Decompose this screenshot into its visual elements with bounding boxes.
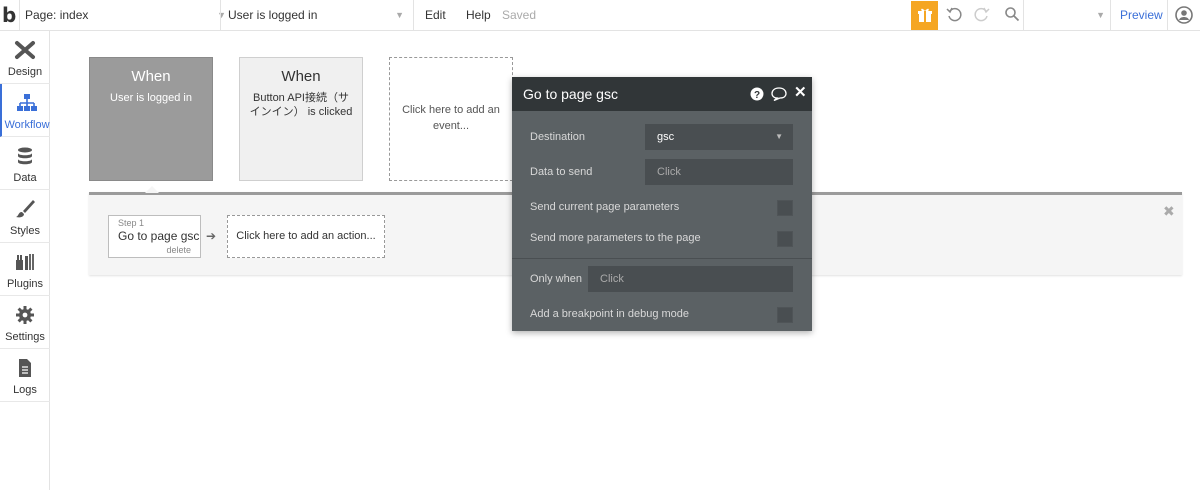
undo-icon xyxy=(946,7,962,22)
delete-step-link[interactable]: delete xyxy=(166,245,191,255)
sidebar-item-label: Plugins xyxy=(6,278,44,290)
event-description: Button API接続（サインイン） is clicked xyxy=(249,92,353,118)
add-event-label: Click here to add an event... xyxy=(402,104,500,132)
event-dropdown-label: User is logged in xyxy=(228,8,318,22)
database-icon xyxy=(18,147,32,165)
step-number: Step 1 xyxy=(118,218,145,228)
only-when-field[interactable]: Click xyxy=(588,266,793,292)
data-to-send-field[interactable]: Click xyxy=(645,159,793,185)
sidebar-item-label: Design xyxy=(7,66,43,78)
help-menu[interactable]: Help xyxy=(466,0,491,31)
gear-icon xyxy=(16,306,34,324)
add-action-button[interactable]: Click here to add an action... xyxy=(227,215,385,258)
sidebar-item-label: Data xyxy=(13,172,37,184)
event-description: User is logged in xyxy=(110,92,192,104)
top-bar: b Page: index ▼ User is logged in ▼ Edit… xyxy=(0,0,1200,31)
page-dropdown-label: Page: index xyxy=(25,8,89,22)
chevron-down-icon: ▼ xyxy=(395,10,404,20)
divider xyxy=(413,0,414,31)
divider xyxy=(1023,0,1024,31)
sidebar-item-label: Styles xyxy=(10,225,40,237)
edit-menu[interactable]: Edit xyxy=(425,0,446,31)
undo-button[interactable] xyxy=(946,6,962,24)
divider xyxy=(19,0,20,31)
destination-dropdown[interactable]: gsc ▼ xyxy=(645,124,793,150)
sidebar-item-logs[interactable]: Logs xyxy=(0,349,50,402)
sidebar-item-workflow[interactable]: Workflow xyxy=(0,84,50,137)
document-icon xyxy=(19,359,31,377)
property-editor-title: Go to page gsc xyxy=(523,86,618,102)
comment-icon[interactable] xyxy=(771,87,787,101)
send-current-params-checkbox[interactable] xyxy=(777,200,793,216)
user-icon xyxy=(1175,6,1193,24)
event-when-label: When xyxy=(281,68,321,85)
close-actions-button[interactable]: ✖ xyxy=(1163,204,1175,218)
send-more-params-checkbox[interactable] xyxy=(777,231,793,247)
divider xyxy=(1110,0,1111,31)
user-account-button[interactable] xyxy=(1175,6,1193,24)
preview-button[interactable]: Preview xyxy=(1120,0,1163,31)
divider xyxy=(1167,0,1168,31)
breakpoint-label: Add a breakpoint in debug mode xyxy=(530,308,690,320)
gift-button[interactable] xyxy=(911,1,938,30)
chevron-down-icon: ▼ xyxy=(217,10,226,20)
action-step-card[interactable]: Step 1 Go to page gsc delete xyxy=(108,215,201,258)
destination-value: gsc xyxy=(657,131,675,143)
sidebar-item-design[interactable]: Design xyxy=(0,31,50,84)
sidebar-item-label: Logs xyxy=(13,384,37,396)
save-status: Saved xyxy=(502,8,537,22)
sidebar-item-settings[interactable]: Settings xyxy=(0,296,50,349)
step-title: Go to page gsc xyxy=(118,229,200,243)
sidebar-item-data[interactable]: Data xyxy=(0,137,50,190)
search-icon xyxy=(1005,7,1020,22)
data-to-send-label: Data to send xyxy=(530,166,593,178)
property-editor-header[interactable]: Go to page gsc ? ✕ xyxy=(512,77,812,111)
close-icon[interactable]: ✕ xyxy=(794,85,808,100)
chevron-down-icon: ▼ xyxy=(775,132,783,141)
page-dropdown[interactable]: Page: index ▼ xyxy=(25,0,226,31)
only-when-label: Only when xyxy=(530,273,582,285)
selected-event-pointer xyxy=(145,186,159,193)
editor-sidebar: Design Workflow Data Styles Plugins Sett… xyxy=(0,31,50,490)
redo-icon xyxy=(974,7,990,22)
divider xyxy=(220,0,221,31)
sidebar-item-label: Settings xyxy=(5,331,45,343)
chevron-down-icon: ▼ xyxy=(1096,10,1105,20)
workflow-icon xyxy=(17,94,37,111)
arrow-right-icon: ➔ xyxy=(206,229,217,243)
search-button[interactable] xyxy=(1004,6,1020,24)
design-icon xyxy=(15,41,35,59)
svg-text:?: ? xyxy=(754,90,760,101)
sidebar-item-styles[interactable]: Styles xyxy=(0,190,50,243)
event-card-button-clicked[interactable]: When Button API接続（サインイン） is clicked xyxy=(239,57,363,181)
destination-label: Destination xyxy=(530,131,586,143)
breakpoint-checkbox[interactable] xyxy=(777,307,793,323)
event-card-user-logged-in[interactable]: When User is logged in xyxy=(89,57,213,181)
send-more-params-label: Send more parameters to the page xyxy=(530,232,701,244)
element-search-dropdown[interactable]: ▼ xyxy=(1025,0,1107,31)
plugins-icon xyxy=(16,254,34,270)
redo-button[interactable] xyxy=(974,6,990,24)
sidebar-item-plugins[interactable]: Plugins xyxy=(0,243,50,296)
add-event-card[interactable]: Click here to add an event... xyxy=(389,57,513,181)
event-when-label: When xyxy=(131,68,171,85)
help-icon[interactable]: ? xyxy=(750,87,764,101)
brush-icon xyxy=(16,200,35,218)
bubble-logo[interactable]: b xyxy=(2,4,18,26)
divider xyxy=(512,258,812,259)
send-current-params-label: Send current page parameters xyxy=(530,201,680,213)
gift-icon xyxy=(917,8,932,22)
property-editor-panel: Go to page gsc ? ✕ Destination gsc ▼ Dat… xyxy=(512,77,812,331)
event-dropdown[interactable]: User is logged in ▼ xyxy=(228,0,408,31)
sidebar-item-label: Workflow xyxy=(4,119,50,131)
